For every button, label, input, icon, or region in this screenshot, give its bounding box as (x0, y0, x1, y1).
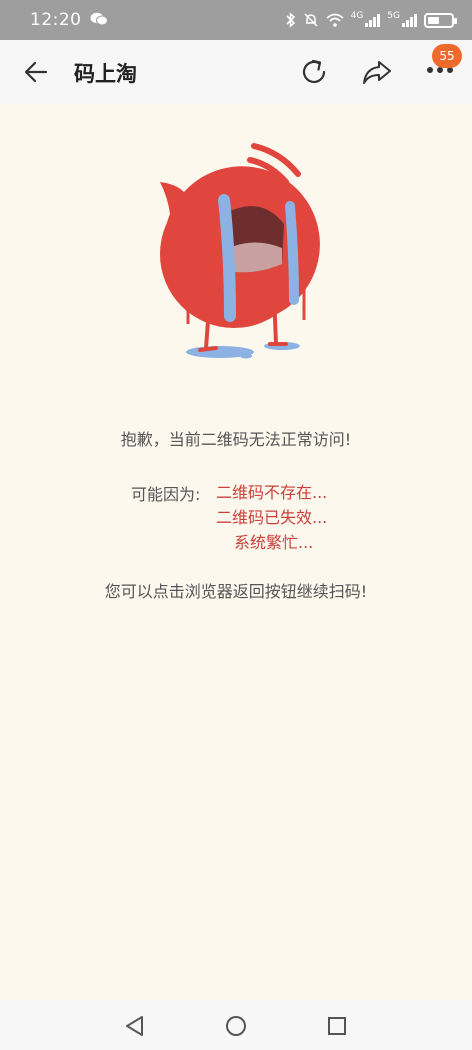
nav-recent-button[interactable] (324, 1013, 350, 1039)
battery-icon (424, 12, 457, 28)
crying-mascot-illustration (160, 143, 320, 359)
share-button[interactable] (360, 56, 394, 88)
network-4g-label: 4G (350, 11, 364, 21)
nav-back-button[interactable] (122, 1013, 148, 1039)
hint-message: 您可以点击浏览器返回按钮继续扫码! (104, 582, 368, 601)
reason-item: 系统繁忙... (234, 533, 314, 552)
signal-icon (402, 13, 418, 27)
square-recent-icon (328, 1017, 346, 1035)
page-title: 码上淘 (74, 62, 137, 86)
app-header: 码上淘 (0, 40, 472, 104)
reason-item: 二维码已失效... (216, 508, 328, 527)
bluetooth-icon (285, 12, 297, 28)
error-content: 抱歉，当前二维码无法正常访问! 可能因为: 二维码不存在... 二维码已失效..… (0, 104, 472, 1000)
status-left: 12:20 (30, 10, 108, 30)
status-bar: 12:20 4G 5G (0, 0, 472, 40)
signal-icon (365, 13, 381, 27)
refresh-icon (302, 59, 326, 84)
notification-badge: 55 (432, 44, 462, 68)
refresh-button[interactable] (298, 56, 330, 88)
circle-home-icon (226, 1016, 246, 1036)
wifi-icon (325, 12, 345, 28)
arrow-left-icon (24, 61, 48, 83)
nav-home-button[interactable] (223, 1013, 249, 1039)
bell-mute-icon (303, 12, 319, 28)
reason-item: 二维码不存在... (216, 483, 328, 502)
status-right: 4G 5G (285, 11, 457, 28)
back-button[interactable] (22, 58, 50, 86)
wechat-icon (90, 11, 108, 30)
network-5g-label: 5G (387, 11, 400, 21)
triangle-back-icon (126, 1016, 143, 1036)
share-icon (363, 61, 391, 84)
error-main-message: 抱歉，当前二维码无法正常访问! (120, 430, 352, 449)
reason-label: 可能因为: (131, 485, 201, 504)
system-nav-bar (0, 1000, 472, 1050)
status-time: 12:20 (30, 10, 82, 30)
